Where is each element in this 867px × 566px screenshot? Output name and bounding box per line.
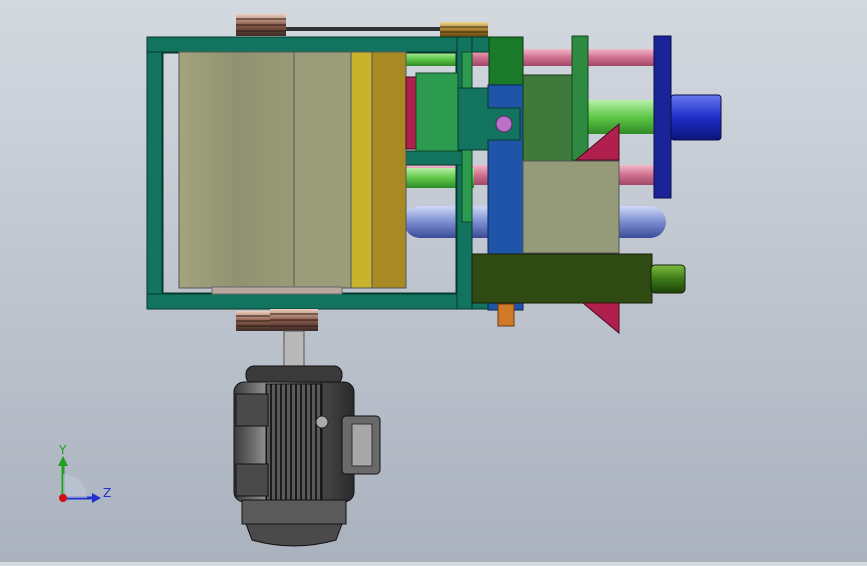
pivot-pin[interactable] [495,115,513,133]
drum-cylinder[interactable] [178,51,407,295]
orientation-triad[interactable]: Y Z [58,443,111,503]
electric-motor[interactable] [233,365,381,547]
triad-y-label: Y [58,443,67,457]
top-pulley-right[interactable] [440,22,488,38]
output-shaft-green[interactable] [650,264,686,294]
rod-green-top[interactable] [404,52,464,66]
green-mount-block[interactable] [415,72,459,152]
output-shaft-blue[interactable] [670,94,722,141]
drive-belt [286,27,442,31]
olive-motor-base[interactable] [471,253,653,304]
crimson-gusset-bottom[interactable] [581,302,620,335]
top-pulley-left[interactable] [236,14,286,36]
motor-lifting-eye[interactable] [315,415,329,429]
assembly-drawing[interactable]: Y Z [0,0,867,562]
motor-shaft[interactable] [283,330,305,368]
tan-gear-box[interactable] [522,160,620,254]
triad-z-label: Z [103,486,111,500]
green-top-cap[interactable] [488,36,524,86]
drum-band-gold [371,51,407,289]
drum-band-yellow [350,51,374,289]
green-plate-edge [571,35,589,161]
motor-fan-cover [245,523,343,547]
cad-viewport[interactable]: Y Z [0,0,867,562]
green-plate[interactable] [522,74,576,162]
orange-bolt[interactable] [497,303,515,327]
bottom-pulley-right[interactable] [270,309,318,331]
motor-cooling-fins [265,383,323,503]
bottom-pulley-left[interactable] [236,311,270,331]
triad-x-axis [59,494,67,502]
navy-flange-plate[interactable] [653,35,672,199]
